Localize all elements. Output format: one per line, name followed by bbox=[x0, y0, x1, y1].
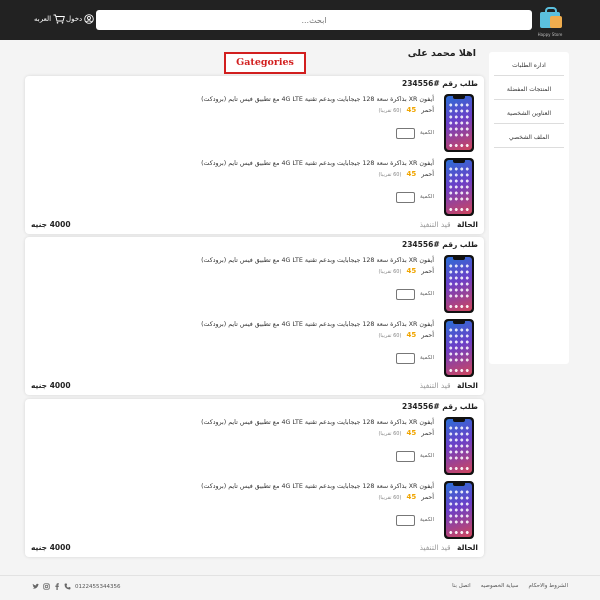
product-description[interactable]: أيفون XR بذاكرة سعة 128 جيجابايت وبدعم ت… bbox=[194, 319, 434, 342]
order-item: أيفون XR بذاكرة سعة 128 جيجابايت وبدعم ت… bbox=[34, 94, 474, 152]
top-navbar: Happy Store دخول العربه bbox=[0, 0, 600, 40]
product-description[interactable]: أيفون XR بذاكرة سعة 128 جيجابايت وبدعم ت… bbox=[194, 481, 434, 504]
facebook-icon[interactable] bbox=[54, 583, 60, 590]
order-number: طلب رقم #234556 bbox=[402, 79, 478, 88]
login-label: دخول bbox=[66, 15, 83, 23]
product-old-price: (60 تقريبا) bbox=[378, 172, 402, 178]
order-item: أيفون XR بذاكرة سعة 128 جيجابايت وبدعم ت… bbox=[34, 417, 474, 475]
shopping-bag-icon bbox=[550, 16, 562, 28]
quantity-input[interactable] bbox=[395, 450, 415, 462]
quantity-label: الكمية bbox=[419, 453, 434, 459]
categories-button[interactable]: Gategories bbox=[224, 52, 306, 74]
quantity-input[interactable] bbox=[395, 127, 415, 139]
instagram-icon[interactable] bbox=[43, 583, 50, 590]
order-number: طلب رقم #234556 bbox=[402, 402, 478, 411]
product-old-price: (60 تقريبا) bbox=[378, 431, 402, 437]
product-description[interactable]: أيفون XR بذاكرة سعة 128 جيجابايت وبدعم ت… bbox=[194, 255, 434, 278]
order-card: طلب رقم #234556 أيفون XR بذاكرة سعة 128 … bbox=[25, 76, 484, 234]
product-price: 45 bbox=[406, 493, 417, 501]
status-label: الحالة bbox=[457, 220, 478, 229]
logo-text: Happy Store bbox=[537, 32, 563, 37]
order-card: طلب رقم #234556 أيفون XR بذاكرة سعة 128 … bbox=[25, 399, 484, 557]
quantity-input[interactable] bbox=[395, 514, 415, 526]
footer: الشروط والاحكام سياية الخصوصيه اتصل بنا … bbox=[0, 575, 600, 600]
product-image[interactable] bbox=[444, 158, 474, 216]
product-description[interactable]: أيفون XR بذاكرة سعة 128 جيجابايت وبدعم ت… bbox=[194, 94, 434, 117]
product-price: 45 bbox=[406, 429, 417, 437]
quantity-label: الكمية bbox=[419, 517, 434, 523]
user-icon bbox=[84, 14, 94, 24]
product-image[interactable] bbox=[444, 319, 474, 377]
product-price: 45 bbox=[406, 170, 417, 178]
order-card: طلب رقم #234556 أيفون XR بذاكرة سعة 128 … bbox=[25, 237, 484, 395]
quantity-label: الكمية bbox=[419, 130, 434, 136]
product-description[interactable]: أيفون XR بذاكرة سعة 128 جيجابايت وبدعم ت… bbox=[194, 158, 434, 181]
phone-icon bbox=[64, 583, 71, 590]
quantity-row: الكمية bbox=[395, 514, 434, 526]
product-price: 45 bbox=[406, 331, 417, 339]
status-label: الحالة bbox=[457, 381, 478, 390]
order-item: أيفون XR بذاكرة سعة 128 جيجابايت وبدعم ت… bbox=[34, 255, 474, 313]
status-value: قيد التنفيذ bbox=[419, 381, 451, 390]
cart-button[interactable]: العربه bbox=[34, 14, 65, 24]
quantity-row: الكمية bbox=[395, 352, 434, 364]
product-image[interactable] bbox=[444, 255, 474, 313]
order-status: الحالة قيد التنفيذ bbox=[420, 543, 478, 552]
quantity-label: الكمية bbox=[419, 194, 434, 200]
product-description[interactable]: أيفون XR بذاكرة سعة 128 جيجابايت وبدعم ت… bbox=[194, 417, 434, 440]
product-old-price: (60 تقريبا) bbox=[378, 333, 402, 339]
login-button[interactable]: دخول bbox=[66, 14, 94, 24]
order-status: الحالة قيد التنفيذ bbox=[420, 381, 478, 390]
footer-phone: 0122455344356 bbox=[75, 583, 121, 590]
quantity-row: الكمية bbox=[395, 288, 434, 300]
status-label: الحالة bbox=[457, 543, 478, 552]
order-total: 4000 جنيه bbox=[31, 543, 71, 552]
quantity-row: الكمية bbox=[395, 450, 434, 462]
quantity-row: الكمية bbox=[395, 127, 434, 139]
search-input[interactable] bbox=[96, 10, 532, 30]
status-value: قيد التنفيذ bbox=[419, 543, 451, 552]
quantity-input[interactable] bbox=[395, 352, 415, 364]
twitter-icon[interactable] bbox=[32, 583, 39, 590]
sidebar-item-orders[interactable]: اداره الطلبات bbox=[494, 56, 564, 76]
cart-label: العربه bbox=[34, 15, 52, 23]
footer-link-terms[interactable]: الشروط والاحكام bbox=[529, 583, 568, 589]
order-item: أيفون XR بذاكرة سعة 128 جيجابايت وبدعم ت… bbox=[34, 481, 474, 539]
product-image[interactable] bbox=[444, 94, 474, 152]
cart-icon bbox=[53, 14, 65, 24]
product-price: 45 bbox=[406, 106, 417, 114]
footer-link-privacy[interactable]: سياية الخصوصيه bbox=[481, 583, 519, 589]
sidebar-item-favorites[interactable]: المنتجات المفضلة bbox=[494, 80, 564, 100]
quantity-label: الكمية bbox=[419, 355, 434, 361]
order-total: 4000 جنيه bbox=[31, 381, 71, 390]
sidebar-item-profile[interactable]: الملف الشخصي bbox=[494, 128, 564, 148]
quantity-row: الكمية bbox=[395, 191, 434, 203]
greeting-title: اهلا محمد على bbox=[407, 48, 476, 59]
product-image[interactable] bbox=[444, 417, 474, 475]
account-sidebar: اداره الطلبات المنتجات المفضلة العناوين … bbox=[489, 52, 569, 364]
product-image[interactable] bbox=[444, 481, 474, 539]
order-status: الحالة قيد التنفيذ bbox=[420, 220, 478, 229]
order-item: أيفون XR بذاكرة سعة 128 جيجابايت وبدعم ت… bbox=[34, 319, 474, 377]
store-logo[interactable]: Happy Store bbox=[536, 6, 564, 37]
footer-link-contact[interactable]: اتصل بنا bbox=[452, 583, 471, 589]
product-price: 45 bbox=[406, 267, 417, 275]
status-value: قيد التنفيذ bbox=[419, 220, 451, 229]
product-old-price: (60 تقريبا) bbox=[378, 108, 402, 114]
quantity-input[interactable] bbox=[395, 191, 415, 203]
footer-contact: 0122455344356 bbox=[32, 583, 121, 590]
footer-links: الشروط والاحكام سياية الخصوصيه اتصل بنا bbox=[452, 583, 568, 589]
quantity-label: الكمية bbox=[419, 291, 434, 297]
order-total: 4000 جنيه bbox=[31, 220, 71, 229]
product-old-price: (60 تقريبا) bbox=[378, 269, 402, 275]
quantity-input[interactable] bbox=[395, 288, 415, 300]
product-old-price: (60 تقريبا) bbox=[378, 495, 402, 501]
order-item: أيفون XR بذاكرة سعة 128 جيجابايت وبدعم ت… bbox=[34, 158, 474, 216]
sidebar-item-addresses[interactable]: العناوين الشخصية bbox=[494, 104, 564, 124]
order-number: طلب رقم #234556 bbox=[402, 240, 478, 249]
